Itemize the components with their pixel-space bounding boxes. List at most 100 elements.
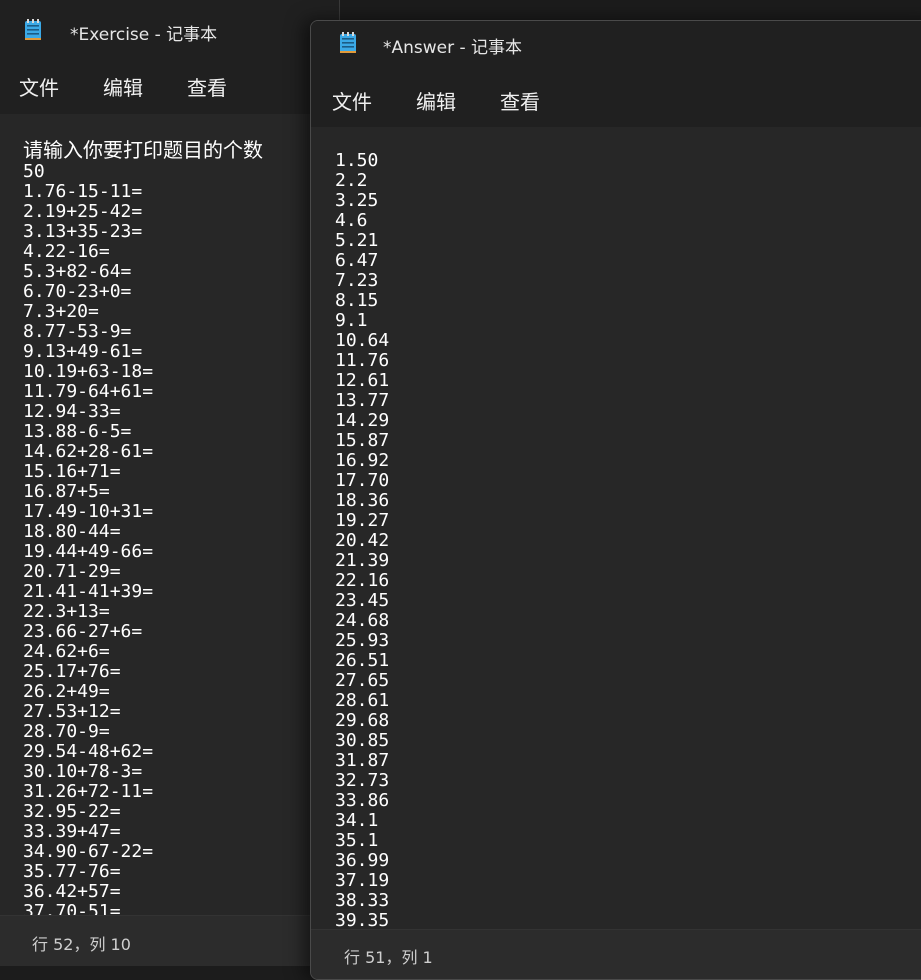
text-line: 7.23 xyxy=(335,270,379,291)
text-line: 8.15 xyxy=(335,290,379,311)
text-line: 20.42 xyxy=(335,530,390,551)
text-line: 29.68 xyxy=(335,710,390,731)
notepad-icon xyxy=(339,32,357,54)
menu-file[interactable]: 文件 xyxy=(332,86,372,115)
text-line: 35.77-76= xyxy=(23,861,121,882)
text-line: 9.1 xyxy=(335,310,368,331)
menu-edit[interactable]: 编辑 xyxy=(416,86,456,115)
menu-bar: 文件 编辑 查看 xyxy=(311,73,921,127)
text-line: 18.80-44= xyxy=(23,521,121,542)
text-line: 3.13+35-23= xyxy=(23,221,143,242)
text-line: 16.87+5= xyxy=(23,481,110,502)
text-line: 31.26+72-11= xyxy=(23,781,154,802)
text-line: 25.93 xyxy=(335,630,390,651)
text-line: 30.10+78-3= xyxy=(23,761,143,782)
cursor-position: 行 52，列 10 xyxy=(32,935,131,954)
menu-file[interactable]: 文件 xyxy=(19,72,59,101)
prompt-line: 请输入你要打印题目的个数 xyxy=(23,138,263,162)
text-line: 37.19 xyxy=(335,870,390,891)
status-bar: 行 51，列 1 xyxy=(311,929,921,979)
text-line: 23.45 xyxy=(335,590,390,611)
text-line: 1.76-15-11= xyxy=(23,181,143,202)
text-line: 5.21 xyxy=(335,230,379,251)
text-line: 19.27 xyxy=(335,510,390,531)
text-line: 23.66-27+6= xyxy=(23,621,143,642)
text-line: 8.77-53-9= xyxy=(23,321,132,342)
text-line: 25.17+76= xyxy=(23,661,121,682)
text-line: 15.87 xyxy=(335,430,390,451)
text-line: 33.39+47= xyxy=(23,821,121,842)
text-line: 17.70 xyxy=(335,470,390,491)
text-line: 12.94-33= xyxy=(23,401,121,422)
text-line: 15.16+71= xyxy=(23,461,121,482)
text-line: 29.54-48+62= xyxy=(23,741,154,762)
text-line: 10.64 xyxy=(335,330,390,351)
text-line: 18.36 xyxy=(335,490,390,511)
status-bar: 行 52，列 10 xyxy=(0,915,339,966)
text-line: 37.70-51= xyxy=(23,901,121,917)
text-line: 10.19+63-18= xyxy=(23,361,154,382)
text-line: 33.86 xyxy=(335,790,390,811)
notepad-icon xyxy=(24,19,42,41)
text-line: 31.87 xyxy=(335,750,390,771)
text-line: 24.68 xyxy=(335,610,390,631)
answer-notepad-window[interactable]: *Answer - 记事本 文件 编辑 查看 1.50 2.2 3.25 4.6 5.2… xyxy=(310,20,921,980)
text-line: 38.33 xyxy=(335,890,390,911)
exercise-titlebar[interactable]: *Exercise - 记事本 xyxy=(0,0,339,60)
menu-view[interactable]: 查看 xyxy=(500,86,540,115)
text-line: 4.6 xyxy=(335,210,368,231)
text-line: 26.51 xyxy=(335,650,390,671)
window-title: *Exercise - 记事本 xyxy=(70,25,218,45)
text-line: 26.2+49= xyxy=(23,681,110,702)
text-line: 12.61 xyxy=(335,370,390,391)
exercise-text-area[interactable]: 请输入你要打印题目的个数 50 1.76-15-11= 2.19+25-42= 3.1… xyxy=(0,114,339,916)
window-title: *Answer - 记事本 xyxy=(383,38,523,58)
exercise-notepad-window[interactable]: *Exercise - 记事本 文件 编辑 查看 请输入你要打印题目的个数 50… xyxy=(0,0,340,966)
text-line: 14.29 xyxy=(335,410,390,431)
text-line: 4.22-16= xyxy=(23,241,110,262)
text-line: 24.62+6= xyxy=(23,641,110,662)
text-line: 28.70-9= xyxy=(23,721,110,742)
text-line: 2.2 xyxy=(335,170,368,191)
text-line: 16.92 xyxy=(335,450,390,471)
text-line: 6.70-23+0= xyxy=(23,281,132,302)
text-line: 22.3+13= xyxy=(23,601,110,622)
text-line: 32.73 xyxy=(335,770,390,791)
text-line: 11.79-64+61= xyxy=(23,381,154,402)
text-line: 50 xyxy=(23,161,45,182)
menu-edit[interactable]: 编辑 xyxy=(103,72,143,101)
text-line: 36.42+57= xyxy=(23,881,121,902)
text-line: 2.19+25-42= xyxy=(23,201,143,222)
text-line: 20.71-29= xyxy=(23,561,121,582)
text-line: 11.76 xyxy=(335,350,390,371)
text-line: 3.25 xyxy=(335,190,379,211)
text-line: 17.49-10+31= xyxy=(23,501,154,522)
text-line: 19.44+49-66= xyxy=(23,541,154,562)
text-line: 27.53+12= xyxy=(23,701,121,722)
text-line: 34.1 xyxy=(335,810,379,831)
answer-titlebar[interactable]: *Answer - 记事本 xyxy=(311,21,921,73)
text-line: 7.3+20= xyxy=(23,301,99,322)
text-line: 5.3+82-64= xyxy=(23,261,132,282)
text-line: 39.35 xyxy=(335,910,390,931)
answer-text-area[interactable]: 1.50 2.2 3.25 4.6 5.21 6.47 7.23 8.15 9.1 10.64 11… xyxy=(311,127,921,930)
text-line: 9.13+49-61= xyxy=(23,341,143,362)
text-line: 32.95-22= xyxy=(23,801,121,822)
text-line: 14.62+28-61= xyxy=(23,441,154,462)
text-line: 6.47 xyxy=(335,250,379,271)
text-line: 27.65 xyxy=(335,670,390,691)
text-line: 35.1 xyxy=(335,830,379,851)
text-line: 21.41-41+39= xyxy=(23,581,154,602)
text-line: 13.77 xyxy=(335,390,390,411)
text-line: 21.39 xyxy=(335,550,390,571)
text-line: 30.85 xyxy=(335,730,390,751)
text-line: 34.90-67-22= xyxy=(23,841,154,862)
text-line: 1.50 xyxy=(335,150,379,171)
cursor-position: 行 51，列 1 xyxy=(344,948,433,967)
menu-bar: 文件 编辑 查看 xyxy=(0,60,339,114)
text-line: 28.61 xyxy=(335,690,390,711)
menu-view[interactable]: 查看 xyxy=(187,72,227,101)
text-line: 36.99 xyxy=(335,850,390,871)
text-line: 22.16 xyxy=(335,570,390,591)
text-line: 13.88-6-5= xyxy=(23,421,132,442)
